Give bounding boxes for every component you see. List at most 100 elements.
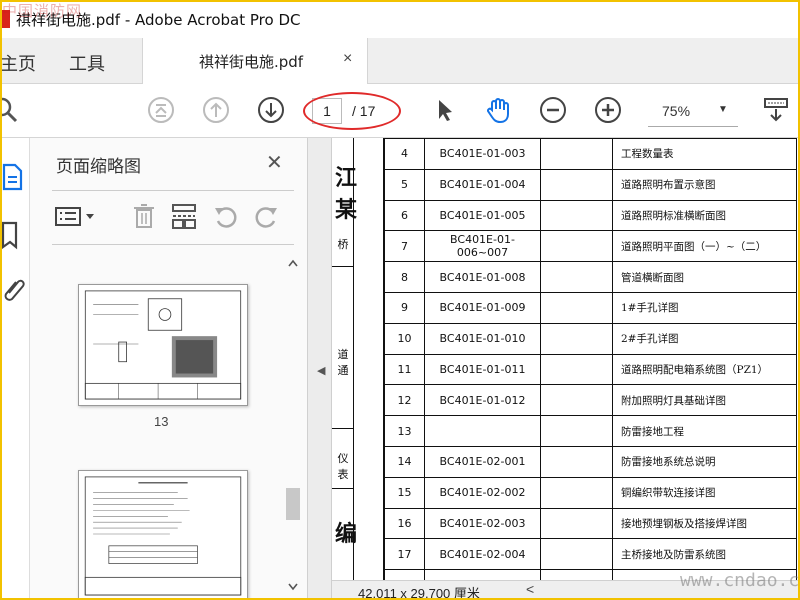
cell-code: BC401E-01-012 — [424, 384, 541, 417]
cell-no: 7 — [384, 230, 425, 263]
tab-document[interactable]: 祺祥街电施.pdf × — [142, 38, 368, 84]
horizontal-scroll-left-icon[interactable]: < — [526, 581, 534, 597]
table-row: 10 BC401E-01-010 2#手孔详图 — [384, 322, 797, 355]
table-row: 16 BC401E-02-003 接地预埋钢板及搭接焊详图 — [384, 507, 797, 540]
cell-blank — [540, 569, 613, 580]
cell-no: 14 — [384, 445, 425, 478]
cell-no: 6 — [384, 199, 425, 232]
cell-blank — [540, 415, 613, 447]
first-page-icon[interactable] — [147, 96, 175, 124]
cell-code: BC401E-01-004 — [424, 168, 541, 201]
cell-no: 16 — [384, 507, 425, 540]
page-dimensions: 42.011 x 29.700 厘米 — [358, 586, 480, 600]
left-tool-rail — [0, 138, 30, 600]
watermark-top: 中国消防网 — [2, 2, 83, 20]
cell-name: 主桥接地及防雷系统图 — [612, 538, 797, 571]
delete-page-icon[interactable] — [130, 202, 158, 230]
cell-blank — [540, 507, 613, 540]
cell-blank — [540, 230, 613, 263]
select-cursor-icon[interactable] — [430, 96, 458, 124]
cell-code: BC401E-01-011 — [424, 353, 541, 386]
thumbnail-options-icon[interactable] — [54, 202, 100, 230]
scroll-mode-icon[interactable] — [762, 96, 790, 124]
tab-document-label: 祺祥街电施.pdf — [199, 53, 304, 71]
cell-no: 8 — [384, 261, 425, 293]
stamp-char: 仪 — [337, 452, 349, 465]
table-row: 6 BC401E-01-005 道路照明标准横断面图 — [384, 199, 797, 232]
cell-blank — [540, 353, 613, 386]
cell-no: 12 — [384, 384, 425, 417]
page-highlight-ellipse — [303, 92, 401, 130]
zoom-in-icon[interactable] — [594, 96, 622, 124]
cell-no: 9 — [384, 291, 425, 324]
cell-code: BC401E-01-009 — [424, 291, 541, 324]
table-row: 5 BC401E-01-004 道路照明布置示意图 — [384, 168, 797, 201]
panel-collapse-handle[interactable]: ◀ — [308, 138, 332, 600]
cell-no: 13 — [384, 415, 425, 447]
cell-name: 2#手孔详图 — [612, 322, 797, 355]
rotate-right-icon[interactable] — [252, 202, 280, 230]
cell-no: 15 — [384, 476, 425, 509]
table-row: 11 BC401E-01-011 道路照明配电箱系统图（PZ1） — [384, 353, 797, 386]
table-row: 15 BC401E-02-002 铜编织带软连接详图 — [384, 476, 797, 509]
toolbar: 1 / 17 75% ▼ — [0, 84, 800, 138]
cell-name: 附加照明灯具基础详图 — [612, 384, 797, 417]
cell-blank — [540, 199, 613, 232]
stamp-char: 某 — [335, 197, 358, 223]
next-page-icon[interactable] — [257, 96, 285, 124]
cell-name: 防雷接地工程 — [612, 415, 797, 447]
search-icon[interactable] — [0, 96, 20, 124]
tab-tools[interactable]: 工具 — [69, 50, 105, 76]
thumbnail-scrollbar[interactable] — [286, 256, 300, 596]
watermark-bottom: www.cndao.com — [680, 570, 800, 591]
cell-code — [424, 415, 541, 447]
page-thumbnail-14[interactable] — [78, 470, 248, 600]
cell-name: 防雷接地系统总说明 — [612, 445, 797, 478]
extract-page-icon[interactable] — [170, 202, 198, 230]
table-row: 13 防雷接地工程 — [384, 415, 797, 447]
attachments-icon[interactable] — [0, 276, 26, 306]
stamp-char: 编 — [335, 521, 358, 547]
cell-name: 道路照明布置示意图 — [612, 168, 797, 201]
cell-blank — [540, 138, 613, 170]
stamp-char: 江 — [335, 165, 358, 191]
table-row: 14 BC401E-02-001 防雷接地系统总说明 — [384, 445, 797, 478]
cell-code: BC401E-01-005 — [424, 199, 541, 232]
cell-name: 道路照明标准横断面图 — [612, 199, 797, 232]
bookmarks-icon[interactable] — [0, 220, 26, 250]
table-row: 4 BC401E-01-003 工程数量表 — [384, 138, 797, 170]
cell-no: 11 — [384, 353, 425, 386]
drawing-index-table: 4 BC401E-01-003 工程数量表 5 BC401E-01-004 道路照明布置示… — [384, 138, 797, 580]
collapse-arrow-icon[interactable]: ◀ — [317, 364, 325, 377]
close-tab-icon[interactable]: × — [343, 50, 352, 68]
cell-no: 4 — [384, 138, 425, 170]
previous-page-icon[interactable] — [202, 96, 230, 124]
close-panel-icon[interactable]: ✕ — [266, 150, 283, 175]
drawing-border-column — [354, 138, 384, 580]
cell-name: 铜编织带软连接详图 — [612, 476, 797, 509]
stamp-char: 道 — [337, 348, 349, 361]
cell-blank — [540, 322, 613, 355]
zoom-dropdown-arrow-icon[interactable]: ▼ — [718, 104, 728, 115]
thumbnail-scroll-thumb[interactable] — [286, 488, 300, 520]
stamp-char: 桥 — [337, 238, 349, 251]
cell-blank — [540, 168, 613, 201]
stamp-divider — [332, 266, 354, 267]
cell-no: 17 — [384, 538, 425, 571]
stamp-char: 通 — [337, 364, 349, 377]
tab-bar: 主页 工具 祺祥街电施.pdf × — [0, 38, 800, 84]
page-thumbnail-13[interactable] — [78, 284, 248, 406]
cell-name: 1#手孔详图 — [612, 291, 797, 324]
zoom-out-icon[interactable] — [539, 96, 567, 124]
cell-code: BC401E-01-003 — [424, 138, 541, 170]
rotate-left-icon[interactable] — [212, 202, 240, 230]
page-thumbnails-icon[interactable] — [0, 162, 26, 192]
cell-blank — [540, 261, 613, 293]
panel-divider-2 — [52, 244, 294, 245]
tab-home[interactable]: 主页 — [0, 50, 36, 76]
cell-code: BC401E-01-006~007 — [424, 230, 541, 263]
zoom-value[interactable]: 75% — [662, 103, 690, 119]
panel-divider — [52, 190, 294, 191]
hand-tool-icon[interactable] — [484, 96, 512, 124]
document-view[interactable]: 江 某 桥 道 通 仪 表 编 4 BC401E-01-003 工程数量表 5 BC40… — [332, 138, 800, 580]
